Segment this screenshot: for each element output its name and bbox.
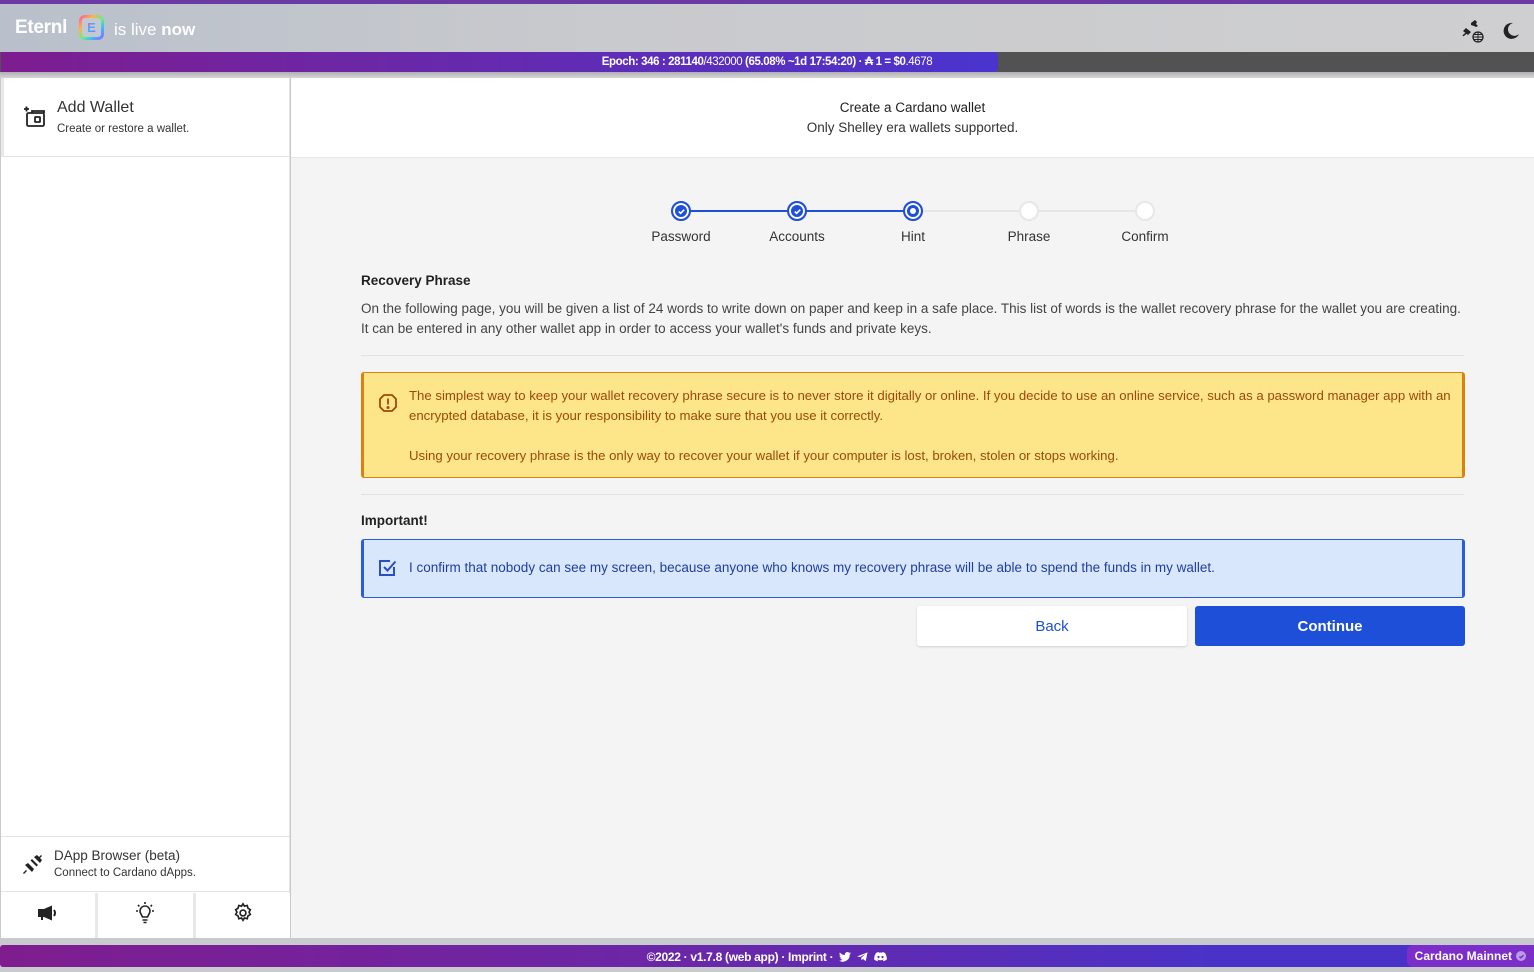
warning-paragraph-1: The simplest way to keep your wallet rec… <box>409 388 1451 423</box>
step-connector <box>1029 210 1145 212</box>
check-icon <box>677 208 685 214</box>
epoch-label: Epoch: 346 : 281140 <box>601 56 704 68</box>
footer-info: ©2022 · v1.7.8 (web app) · Imprint · <box>0 945 1534 970</box>
step-indicator-hint <box>903 201 923 221</box>
sidebar-bottom-buttons <box>1 893 290 938</box>
active-dot-icon <box>910 208 916 214</box>
logo-letter: E <box>87 20 96 35</box>
twitter-icon[interactable] <box>839 946 852 970</box>
telegram-icon[interactable] <box>857 946 868 970</box>
discord-icon[interactable] <box>874 946 888 970</box>
checkbox-checked-icon[interactable] <box>378 558 398 583</box>
ada-price-decimals: .4678 <box>905 56 933 68</box>
dapp-browser-subtitle: Connect to Cardano dApps. <box>54 867 196 879</box>
step-label-confirm: Confirm <box>1121 229 1169 244</box>
add-wallet-subtitle: Create or restore a wallet. <box>57 123 190 135</box>
app-footer: ©2022 · v1.7.8 (web app) · Imprint · Car… <box>0 945 1534 967</box>
page-subtitle: Only Shelley era wallets supported. <box>806 120 1019 135</box>
step-connector <box>797 210 913 212</box>
dapp-browser-title: DApp Browser (beta) <box>54 848 181 863</box>
brand-name: Eternl <box>15 17 68 38</box>
page-header: Create a Cardano wallet Only Shelley era… <box>291 78 1534 158</box>
step-label-phrase: Phrase <box>1007 229 1051 244</box>
step-label-accounts: Accounts <box>769 229 825 244</box>
step-connector <box>913 210 1029 212</box>
warning-exclamation-icon <box>378 393 398 418</box>
plug-icon <box>22 853 44 880</box>
dapp-connect-globe-icon[interactable] <box>1460 18 1486 44</box>
epoch-progress-text: (65.08% ~1d 17:54:20) <box>745 56 856 68</box>
page-title: Create a Cardano wallet <box>839 100 986 115</box>
tagline-prefix: is live <box>114 20 157 39</box>
network-verified-icon <box>1516 951 1526 961</box>
megaphone-icon <box>37 904 59 927</box>
epoch-total-slots: /432000 <box>703 56 743 68</box>
important-title: Important! <box>361 513 428 528</box>
add-wallet-icon <box>23 105 47 134</box>
main-content: Password Accounts Hint Phrase Confirm Recove… <box>291 158 1534 938</box>
ada-price-label: · ₳ 1 = $0 <box>858 56 906 68</box>
tips-button[interactable] <box>98 893 193 938</box>
dark-mode-moon-icon[interactable] <box>1498 18 1524 44</box>
wizard-stepper: Password Accounts Hint Phrase Confirm <box>291 158 1534 258</box>
continue-button[interactable]: Continue <box>1195 606 1465 646</box>
epoch-info: Epoch: 346 : 281140/432000 (65.08% ~1d 1… <box>0 52 1534 72</box>
check-icon <box>793 208 801 214</box>
network-badge[interactable]: Cardano Mainnet <box>1406 945 1534 967</box>
add-wallet-title: Add Wallet <box>57 99 134 116</box>
eternl-logo-icon: E <box>79 15 104 40</box>
confirm-checkbox-row[interactable]: I confirm that nobody can see my screen,… <box>361 539 1465 598</box>
gear-icon <box>232 902 254 929</box>
sidebar: Add Wallet Create or restore a wallet. D… <box>1 78 290 938</box>
step-connector <box>681 210 797 212</box>
lightbulb-icon <box>133 901 157 930</box>
announcements-button[interactable] <box>1 893 96 938</box>
settings-button[interactable] <box>195 893 290 938</box>
epoch-progress-bar: Epoch: 346 : 281140/432000 (65.08% ~1d 1… <box>0 52 1534 72</box>
step-label-hint: Hint <box>900 229 925 244</box>
step-indicator-phrase <box>1019 201 1039 221</box>
dapp-browser-item[interactable]: DApp Browser (beta) Connect to Cardano d… <box>1 836 290 892</box>
confirm-text: I confirm that nobody can see my screen,… <box>409 560 1215 575</box>
step-indicator-password <box>671 201 691 221</box>
network-name: Cardano Mainnet <box>1414 949 1512 963</box>
app-header: Eternl E is live now <box>0 4 1534 52</box>
add-wallet-item[interactable]: Add Wallet Create or restore a wallet. <box>1 78 290 157</box>
warning-banner: The simplest way to keep your wallet rec… <box>361 372 1465 478</box>
tagline: is live now <box>114 20 195 40</box>
step-indicator-accounts <box>787 201 807 221</box>
divider <box>361 494 1464 495</box>
step-indicator-confirm <box>1135 201 1155 221</box>
tagline-suffix: now <box>161 20 196 39</box>
step-label-password: Password <box>651 229 711 244</box>
divider <box>361 355 1464 356</box>
recovery-phrase-description: On the following page, you will be given… <box>361 301 1461 336</box>
warning-paragraph-2: Using your recovery phrase is the only w… <box>409 448 1119 463</box>
recovery-phrase-title: Recovery Phrase <box>361 273 471 288</box>
warning-text: The simplest way to keep your wallet rec… <box>409 386 1459 466</box>
footer-text: ©2022 · v1.7.8 (web app) · Imprint · <box>646 950 834 964</box>
back-button[interactable]: Back <box>917 606 1187 646</box>
